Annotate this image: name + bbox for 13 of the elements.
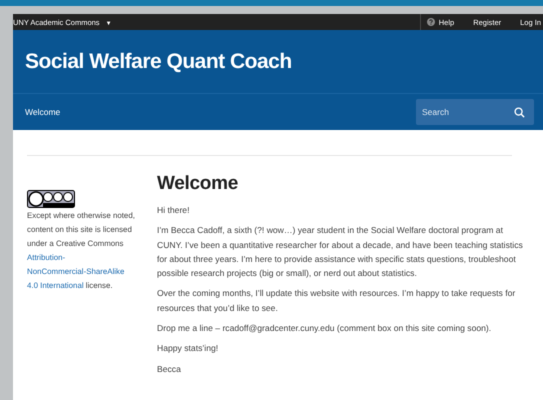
paragraph: Becca xyxy=(157,362,182,376)
paragraph: Happy stats’ing! xyxy=(157,342,220,356)
site-title[interactable]: Social Welfare Quant Coach xyxy=(25,50,292,74)
help-icon[interactable] xyxy=(426,18,435,26)
paragraph: I’m Becca Cadoff, a sixth (?! wow…) year student in the Social Welfare doctoral program at CUNY. I’ve been a quantitative researcher for about a decade, and have been teaching statistics for about three years. I’m here to provide assistance with specific stats questions, troubleshoot possible research projects (big or small), or nerd out about statistics. xyxy=(157,224,523,280)
search-field[interactable]: Search xyxy=(416,99,534,125)
search-icon[interactable] xyxy=(514,106,525,118)
paragraph: Drop me a line – rcadoff@gradcenter.cuny.edu (comment box on this site coming soon). xyxy=(157,322,492,336)
nav-link[interactable]: Welcome xyxy=(25,107,60,117)
paragraph: Over the coming months, I’ll update this website with resources. I’m happy to take requests for resources that you’d like to see. xyxy=(157,287,516,315)
paragraph: Hi there! xyxy=(157,204,190,217)
page-heading: Welcome xyxy=(157,173,239,195)
license-badge-icon[interactable] xyxy=(27,190,75,208)
